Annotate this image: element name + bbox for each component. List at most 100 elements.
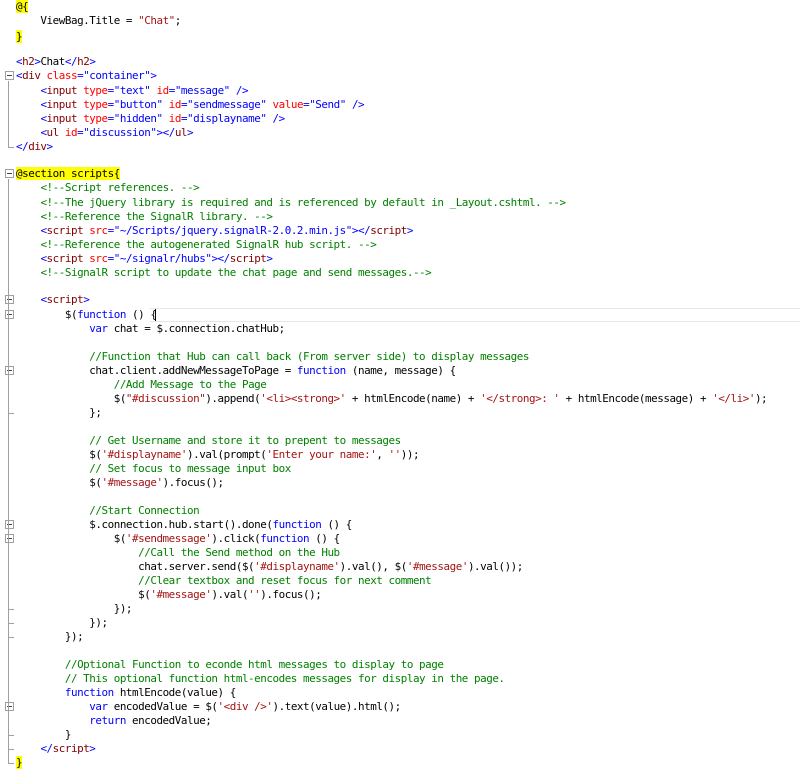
code-line[interactable] [0,336,800,350]
code-line[interactable]: <h2>Chat</h2> [0,55,800,69]
fold-guide [8,544,9,609]
code-token: //Optional Function to econde html messa… [64,658,444,671]
code-text: }; [16,406,102,420]
collapse-icon[interactable] [5,295,14,304]
code-token: script [52,742,90,755]
code-line[interactable]: ViewBag.Title = "Chat"; [0,14,800,28]
code-text: ViewBag.Title = "Chat"; [16,14,181,28]
code-line[interactable]: <ul id="discussion"></ul> [0,126,800,140]
code-token: ="container"> [77,69,157,82]
fold-guide-end [8,735,14,736]
code-line[interactable]: <script> [0,293,800,307]
code-token: $.connection.hub.start().done( [16,518,273,531]
code-line[interactable]: <script src="~/Scripts/jquery.signalR-2.… [0,224,800,238]
code-line[interactable]: <script src="~/signalr/hubs"></script> [0,252,800,266]
code-line[interactable]: //Add Message to the Page [0,378,800,392]
code-line[interactable]: } [0,756,800,770]
code-line[interactable]: <div class="container"> [0,69,800,83]
code-line[interactable]: var chat = $.connection.chatHub; [0,322,800,336]
code-line[interactable]: @section scripts{ [0,167,800,181]
code-line[interactable] [0,490,800,504]
code-token: id [156,84,170,97]
code-line[interactable]: <input type="text" id="message" /> [0,84,800,98]
collapse-icon[interactable] [5,520,14,529]
code-line[interactable]: //Call the Send method on the Hub [0,546,800,560]
code-text: return encodedValue; [16,714,212,728]
collapse-icon[interactable] [5,310,14,319]
code-token: var [89,700,108,713]
code-line[interactable]: <input type="hidden" id="displayname" /> [0,112,800,126]
code-line[interactable]: chat.client.addNewMessageToPage = functi… [0,364,800,378]
fold-gutter [2,14,14,28]
code-text: @section scripts{ [16,167,120,181]
code-line[interactable]: $.connection.hub.start().done(function (… [0,518,800,532]
code-token: function [260,532,310,545]
code-line[interactable]: }; [0,406,800,420]
code-line[interactable]: //Clear textbox and reset focus for next… [0,574,800,588]
code-line[interactable]: <!--Reference the SignalR library. --> [0,210,800,224]
code-token: $( [16,308,78,321]
code-token: $( [16,588,151,601]
code-line[interactable]: var encodedValue = $('<div />').text(val… [0,700,800,714]
code-line[interactable]: <input type="button" id="sendmessage" va… [0,98,800,112]
code-line[interactable]: // Get Username and store it to prepent … [0,434,800,448]
code-line[interactable]: // This optional function html-encodes m… [0,672,800,686]
code-line[interactable] [0,644,800,658]
code-text: } [16,756,23,770]
code-line[interactable]: }); [0,616,800,630]
code-line[interactable]: //Function that Hub can call back (From … [0,350,800,364]
code-line[interactable]: @{ [0,0,800,14]
code-token: ="button" [107,98,163,111]
code-line[interactable]: //Optional Function to econde html messa… [0,658,800,672]
code-token: ="Send" /> [303,98,365,111]
code-line[interactable]: $(function () { [0,308,800,322]
code-line[interactable]: }); [0,602,800,616]
code-token: chat.server.send($( [16,560,255,573]
code-token: ; [174,14,182,27]
fold-guide-end [8,763,14,764]
code-line[interactable]: <!--SignalR script to update the chat pa… [0,266,800,280]
code-line[interactable]: $('#sendmessage').click(function () { [0,532,800,546]
code-token: ="hidden" [107,112,163,125]
code-line[interactable]: </script> [0,742,800,756]
code-text: // Set focus to message input box [16,462,291,476]
code-line[interactable] [0,420,800,434]
code-text: //Add Message to the Page [16,378,267,392]
code-line[interactable]: $("#discussion").append('<li><strong>' +… [0,392,800,406]
code-text: // This optional function html-encodes m… [16,672,505,686]
code-line[interactable]: $('#displayname').val(prompt('Enter your… [0,448,800,462]
code-line[interactable]: } [0,30,800,44]
code-line[interactable]: </div> [0,140,800,154]
code-line[interactable]: } [0,728,800,742]
code-text: <!--SignalR script to update the chat pa… [16,266,431,280]
collapse-icon[interactable] [5,702,14,711]
code-token: }); [16,630,84,643]
fold-gutter [2,55,14,69]
code-line[interactable]: return encodedValue; [0,714,800,728]
code-token: > [266,252,273,265]
code-line[interactable]: //Start Connection [0,504,800,518]
code-token: id [168,112,182,125]
code-token: }); [16,616,108,629]
collapse-icon[interactable] [5,534,14,543]
code-line[interactable]: }); [0,630,800,644]
collapse-icon[interactable] [5,366,14,375]
code-line[interactable]: // Set focus to message input box [0,462,800,476]
code-editor[interactable]: @{ ViewBag.Title = "Chat";} <h2>Chat</h2>… [0,0,800,779]
code-text: //Optional Function to econde html messa… [16,658,444,672]
code-line[interactable]: <!--Reference the autogenerated SignalR … [0,238,800,252]
collapse-icon[interactable] [5,71,14,80]
code-line[interactable]: <!--The jQuery library is required and i… [0,196,800,210]
code-token: ="displayname" /> [180,112,285,125]
collapse-icon[interactable] [5,169,14,178]
code-line[interactable]: $('#message').focus(); [0,476,800,490]
code-line[interactable]: $('#message').val('').focus(); [0,588,800,602]
code-line[interactable]: function htmlEncode(value) { [0,686,800,700]
code-line[interactable]: <!--Script references. --> [0,181,800,195]
code-token: '#message' [406,560,469,573]
fold-gutter [2,0,14,14]
code-line[interactable]: chat.server.send($('#displayname').val()… [0,560,800,574]
